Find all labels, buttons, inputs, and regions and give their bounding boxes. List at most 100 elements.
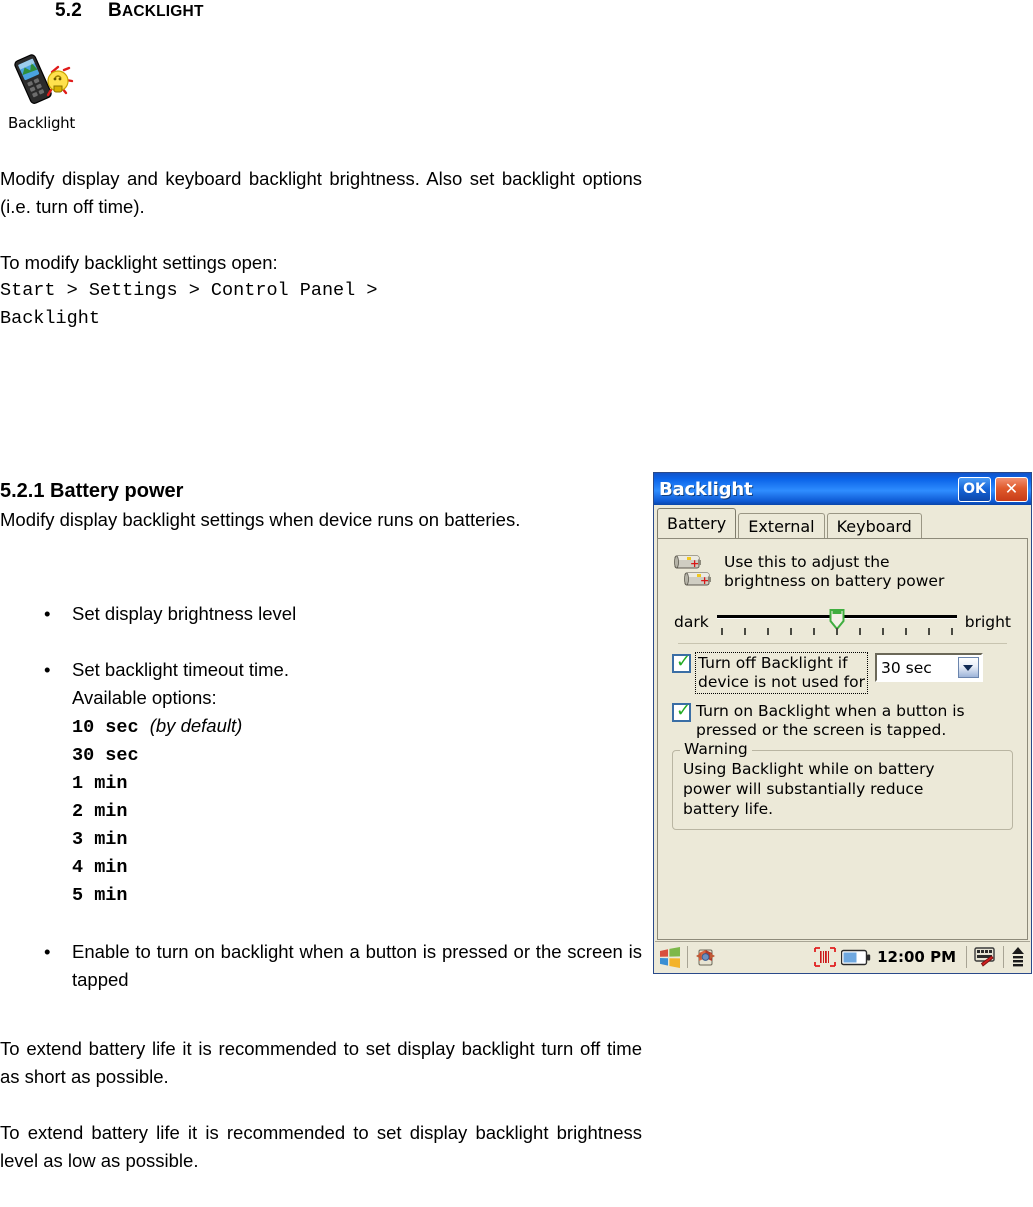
section-divider xyxy=(678,643,1007,644)
timeout-option: 10 sec (by default) xyxy=(72,712,642,742)
nav-path-line-2: Backlight xyxy=(0,308,100,329)
battery-status-icon[interactable] xyxy=(841,949,871,966)
list-item: Enable to turn on backlight when a butto… xyxy=(0,938,642,994)
taskbar-separator xyxy=(687,946,688,968)
bullet-spacer xyxy=(0,910,642,938)
checkmark-icon: ✓ xyxy=(676,651,692,672)
start-button[interactable] xyxy=(659,946,681,968)
open-instruction: To modify backlight settings open: xyxy=(0,252,278,273)
slider-tick xyxy=(835,628,838,635)
timeout-option: 30 sec xyxy=(72,745,139,766)
brightness-help-line-1: Use this to adjust the xyxy=(724,553,890,571)
slider-tick xyxy=(904,628,907,635)
slider-thumb[interactable] xyxy=(829,609,845,631)
section-title-first-letter: B xyxy=(108,0,122,21)
recommendation-paragraph-1: To extend battery life it is recommended… xyxy=(0,1038,642,1087)
nav-path-line-1: Start > Settings > Control Panel > xyxy=(0,280,378,301)
section-number: 5.2 xyxy=(55,0,83,21)
turn-on-label-line-1: Turn on Backlight when a button is xyxy=(696,702,965,720)
warning-line-1: Using Backlight while on battery xyxy=(683,760,935,778)
taskbar-separator xyxy=(1003,946,1004,968)
tab-battery[interactable]: Battery xyxy=(657,508,737,538)
page-title: 5.2 BACKLIGHT xyxy=(55,0,204,22)
brightness-slider-row: dark bright xyxy=(668,607,1017,637)
recommendation-paragraph-2: To extend battery life it is recommended… xyxy=(0,1122,642,1171)
slider-tick xyxy=(881,628,884,635)
slider-max-label: bright xyxy=(964,613,1011,631)
timeout-dropdown-value: 30 sec xyxy=(880,658,932,677)
battery-tab-panel: + + Use this to adjust the brightness on… xyxy=(657,538,1028,940)
ok-button[interactable]: OK xyxy=(958,476,991,502)
bullet-text: Enable to turn on backlight when a butto… xyxy=(72,941,642,990)
timeout-option: 3 min xyxy=(72,829,128,850)
turn-on-backlight-label[interactable]: Turn on Backlight when a button is press… xyxy=(696,702,965,740)
timeout-option: 4 min xyxy=(72,857,128,878)
battery-info-row: + + Use this to adjust the brightness on… xyxy=(668,553,1017,591)
checkmark-icon: ✓ xyxy=(676,700,692,721)
slider-min-label: dark xyxy=(674,613,709,631)
timeout-option-note: (by default) xyxy=(149,715,243,736)
soft-input-panel-icon[interactable] xyxy=(973,946,997,968)
timeout-option: 2 min xyxy=(72,801,128,822)
timeout-dropdown[interactable]: 30 sec xyxy=(874,653,983,682)
subsection-block: 5.2.1 Battery power Modify display backl… xyxy=(0,478,600,534)
timeout-option-value: 10 sec xyxy=(72,717,139,738)
warning-line-2: power will substantially reduce xyxy=(683,780,924,798)
warning-text: Using Backlight while on battery power w… xyxy=(683,759,1002,819)
turn-on-backlight-row: ✓ Turn on Backlight when a button is pre… xyxy=(668,702,1017,740)
control-panel-icon[interactable] xyxy=(694,947,718,968)
dialog-title: Backlight xyxy=(659,478,753,500)
close-icon[interactable]: ✕ xyxy=(995,476,1028,502)
arrow-down-glyph xyxy=(963,664,974,671)
slider-tick xyxy=(720,628,723,635)
svg-text:+: + xyxy=(690,557,699,570)
brightness-help-line-2: brightness on battery power xyxy=(724,572,945,590)
slider-tick xyxy=(789,628,792,635)
brightness-slider[interactable] xyxy=(716,607,957,637)
dialog-title-bar: Backlight OK ✕ xyxy=(654,473,1031,505)
turn-off-backlight-row: ✓ Turn off Backlight if device is not us… xyxy=(668,651,1017,694)
battery-pair-icon: + + xyxy=(674,553,716,591)
warning-legend: Warning xyxy=(680,740,752,758)
taskbar-clock[interactable]: 12:00 PM xyxy=(877,948,956,966)
tab-keyboard[interactable]: Keyboard xyxy=(826,513,922,538)
slider-tick xyxy=(812,628,815,635)
bullet-text: Set display brightness level xyxy=(72,603,297,624)
list-item: Set display brightness level xyxy=(0,600,642,628)
turn-on-backlight-checkbox[interactable]: ✓ xyxy=(672,700,692,722)
warning-line-3: battery life. xyxy=(683,800,774,818)
turn-off-label-line-1: Turn off Backlight if xyxy=(698,654,848,672)
intro-paragraph: Modify display and keyboard backlight br… xyxy=(0,168,642,217)
bullet-subline: Available options: xyxy=(72,687,217,708)
svg-text:+: + xyxy=(700,574,709,587)
subsection-intro: Modify display backlight settings when d… xyxy=(0,509,521,530)
slider-tick-marks xyxy=(720,628,953,635)
feature-bullet-list: Set display brightness level Set backlig… xyxy=(0,600,642,994)
recommendation-block: To extend battery life it is recommended… xyxy=(0,1035,642,1175)
taskbar-separator xyxy=(966,946,967,968)
brightness-help-text: Use this to adjust the brightness on bat… xyxy=(724,553,944,591)
turn-off-label-line-2: device is not used for xyxy=(698,673,865,691)
tab-external[interactable]: External xyxy=(738,513,825,538)
subsection-heading: 5.2.1 Battery power xyxy=(0,480,184,502)
slider-tick xyxy=(927,628,930,635)
chevron-down-icon[interactable] xyxy=(957,657,979,678)
slider-tick xyxy=(950,628,953,635)
barcode-scanner-icon[interactable] xyxy=(814,947,837,967)
warning-group-box: Warning Using Backlight while on battery… xyxy=(672,740,1013,830)
turn-off-backlight-checkbox[interactable]: ✓ xyxy=(672,651,692,673)
intro-text-block: Modify display and keyboard backlight br… xyxy=(0,165,642,333)
turn-on-label-line-2: pressed or the screen is tapped. xyxy=(696,721,947,739)
turn-off-backlight-label[interactable]: Turn off Backlight if device is not used… xyxy=(695,652,868,694)
up-arrow-icon[interactable] xyxy=(1010,946,1026,968)
backlight-icon-label: Backlight xyxy=(8,114,75,132)
bullet-text: Set backlight timeout time. xyxy=(72,659,289,680)
slider-tick xyxy=(858,628,861,635)
slider-tick xyxy=(766,628,769,635)
backlight-app-icon-block: Backlight xyxy=(8,50,88,132)
backlight-icon xyxy=(8,50,76,112)
list-item: Set backlight timeout time. Available op… xyxy=(0,656,642,910)
backlight-dialog-window: Backlight OK ✕ Battery External Keyboard… xyxy=(653,472,1032,974)
